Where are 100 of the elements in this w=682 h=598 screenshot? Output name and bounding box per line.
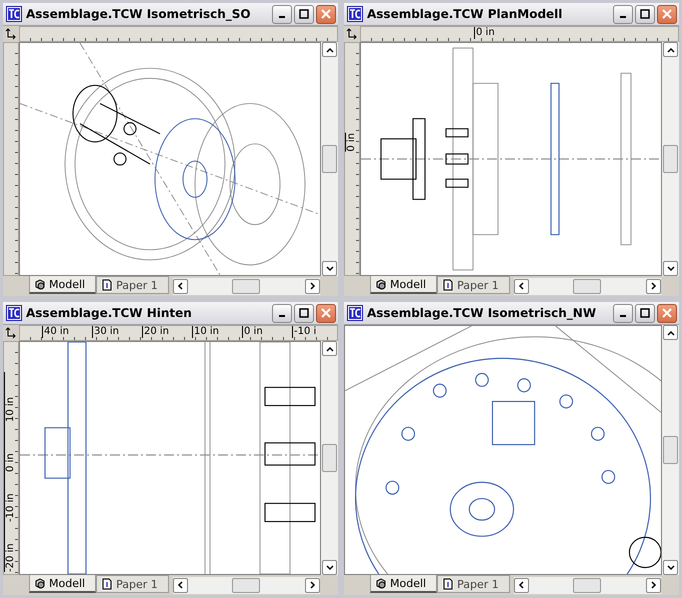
minimize-button[interactable] [613,4,633,24]
scroll-right-button[interactable] [305,278,320,294]
layout-tab[interactable]: Modell [29,276,96,294]
vertical-scrollbar[interactable] [321,42,338,276]
app-icon [347,305,363,321]
scroll-up-button[interactable] [663,42,678,57]
maximize-icon [640,9,650,19]
vertical-scrollbar[interactable] [321,341,338,575]
chevron-left-icon [176,282,184,290]
scroll-up-button[interactable] [322,341,337,356]
scroll-up-button[interactable] [322,42,337,57]
app-icon [6,305,22,321]
chevron-down-icon [666,564,674,572]
ruler-label: -10 in [4,472,18,522]
minimize-button[interactable] [272,304,292,322]
page-icon [442,578,454,590]
scroll-right-button[interactable] [646,278,661,294]
minimize-icon [620,16,626,18]
scroll-up-button[interactable] [663,325,678,340]
ruler-label: 30 in [92,326,142,338]
close-button[interactable] [316,4,336,24]
ruler-label: 40 in [42,326,92,338]
chevron-right-icon [650,282,658,290]
maximize-icon [299,9,309,19]
close-button[interactable] [657,4,677,24]
maximize-button[interactable] [294,4,314,24]
window-title: Assemblage.TCW Hinten [26,306,193,320]
layout-tab[interactable]: Paper 1 [96,276,169,294]
maximize-button[interactable] [635,4,655,24]
chevron-left-icon [176,581,184,589]
scroll-left-button[interactable] [172,578,188,592]
scroll-thumb[interactable] [573,278,602,294]
ruler-label: 10 in [4,372,18,422]
ruler-label: 0 in [345,133,359,152]
ucs-icon[interactable] [346,28,358,40]
cube-icon [375,577,387,589]
chevron-left-icon [517,581,526,589]
window-title: Assemblage.TCW Isometrisch_NW [367,306,598,320]
layout-tab[interactable]: Paper 1 [96,575,169,593]
scroll-thumb[interactable] [573,578,602,592]
app-icon [6,6,22,22]
chevron-up-icon [326,46,334,54]
scroll-right-button[interactable] [305,578,320,592]
chevron-right-icon [650,581,658,589]
scroll-left-button[interactable] [514,278,529,294]
minimize-icon [279,16,285,18]
layout-tab[interactable]: Paper 1 [437,276,510,294]
vertical-scrollbar[interactable] [662,42,679,276]
chevron-up-icon [666,328,674,336]
chevron-down-icon [326,564,334,572]
scroll-thumb[interactable] [322,145,337,173]
page-icon [101,578,114,590]
ucs-icon[interactable] [5,28,17,40]
chevron-down-icon [326,264,334,272]
maximize-button[interactable] [635,304,655,322]
ucs-icon[interactable] [5,327,17,339]
window-title: Assemblage.TCW PlanModell [367,7,564,21]
layout-tab[interactable]: Modell [370,276,438,294]
cube-icon [34,278,46,290]
horizontal-scrollbar[interactable] [172,576,320,594]
close-button[interactable] [316,304,336,322]
layout-tab[interactable]: Modell [370,575,438,593]
scroll-down-button[interactable] [663,261,678,276]
scroll-down-button[interactable] [322,261,337,276]
vertical-scrollbar[interactable] [662,325,679,575]
ruler-label: 10 in [192,326,242,338]
close-icon [321,308,331,318]
app-icon [347,6,363,22]
scroll-thumb[interactable] [663,145,678,173]
minimize-button[interactable] [613,304,633,322]
minimize-icon [279,315,285,317]
chevron-up-icon [666,46,674,54]
horizontal-scrollbar[interactable] [514,576,661,594]
maximize-icon [640,308,650,318]
scroll-down-button[interactable] [322,560,337,575]
chevron-down-icon [666,264,674,272]
ruler-label: 0 in [474,27,495,39]
horizontal-scrollbar[interactable] [172,278,320,294]
ruler-label: 0 in [242,326,292,338]
scroll-right-button[interactable] [646,578,661,592]
page-icon [101,279,114,291]
scroll-thumb[interactable] [232,578,260,592]
scroll-thumb[interactable] [322,444,337,472]
horizontal-scrollbar[interactable] [514,278,661,294]
close-button[interactable] [657,304,677,322]
scroll-left-button[interactable] [172,278,188,294]
scroll-thumb[interactable] [232,278,260,294]
layout-tab[interactable]: Modell [29,575,96,593]
close-icon [662,308,672,318]
layout-tab[interactable]: Paper 1 [437,575,510,593]
ruler-label: -20 in [4,522,18,572]
minimize-button[interactable] [272,4,292,24]
close-icon [321,9,331,19]
maximize-icon [299,308,309,318]
scroll-left-button[interactable] [514,578,529,592]
scroll-thumb[interactable] [663,436,678,464]
minimize-icon [620,315,626,317]
chevron-up-icon [326,344,334,352]
maximize-button[interactable] [294,304,314,322]
scroll-down-button[interactable] [663,560,678,575]
